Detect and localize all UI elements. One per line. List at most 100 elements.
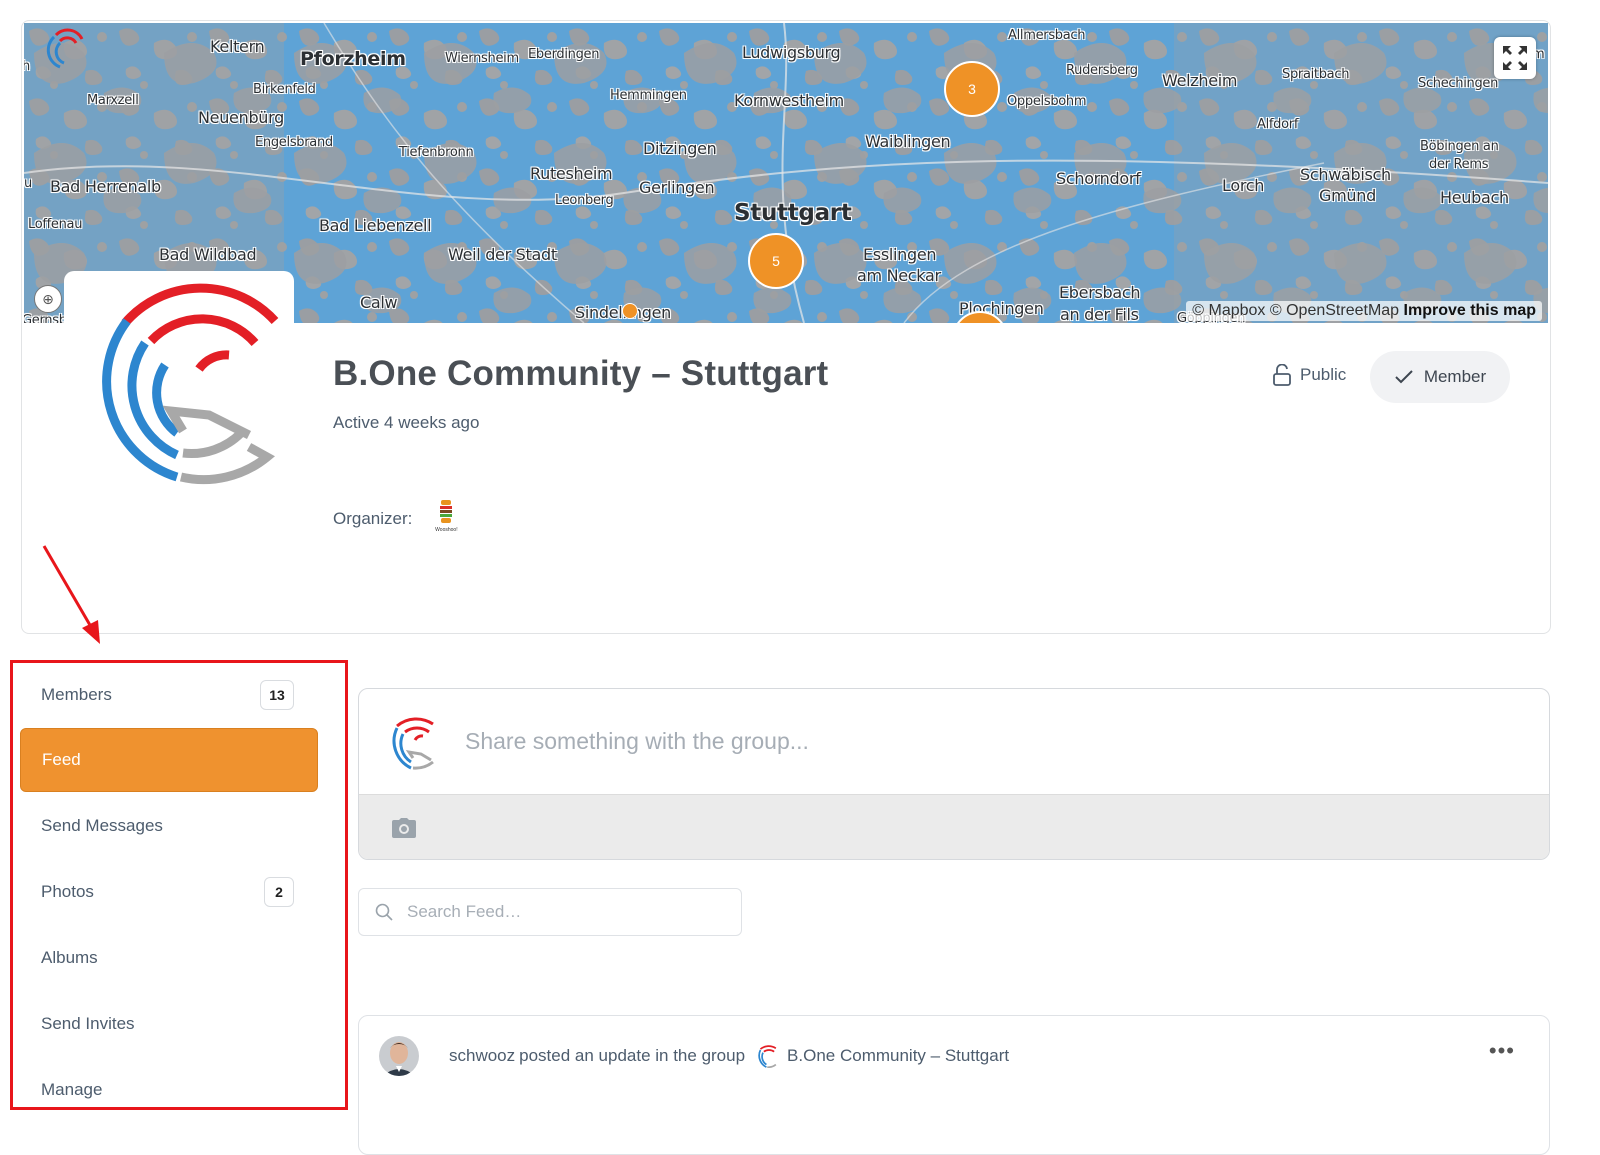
osm-link[interactable]: © OpenStreetMap xyxy=(1270,302,1399,319)
activity-action: posted an update in the group xyxy=(519,1046,746,1065)
last-active: Active 4 weeks ago xyxy=(333,413,480,432)
group-logo-icon xyxy=(392,716,434,770)
more-icon[interactable]: ••• xyxy=(1489,1038,1515,1064)
map-label: Gerlingen xyxy=(639,178,715,197)
nav-item-send-messages[interactable]: Send Messages xyxy=(20,793,318,858)
annotation-arrow-icon xyxy=(42,545,100,644)
nav-item-photos[interactable]: Photos 2 xyxy=(20,859,318,924)
photos-count-badge: 2 xyxy=(264,876,294,907)
post-composer[interactable]: Share something with the group... xyxy=(358,688,1550,860)
map-label: Rudersberg xyxy=(1066,63,1138,78)
map-cluster-marker[interactable]: 3 xyxy=(944,61,1000,117)
members-count-badge: 13 xyxy=(260,679,294,710)
map-label: u xyxy=(24,176,32,191)
lock-icon xyxy=(1273,364,1291,386)
map-label: Oppelsbohm xyxy=(1007,94,1087,109)
nav-item-label: Manage xyxy=(41,1079,103,1099)
map-label: Alfdorf xyxy=(1257,117,1299,132)
map-label: Engelsbrand xyxy=(255,135,333,150)
camera-icon[interactable] xyxy=(391,817,417,839)
map-label: Lorch xyxy=(1222,176,1265,195)
map-label: Wiernsheim xyxy=(445,51,519,66)
activity-header: schwooz posted an update in the group B.… xyxy=(379,1036,1009,1076)
improve-map-link[interactable]: Improve this map xyxy=(1404,302,1536,319)
map-label: Ditzingen xyxy=(643,139,717,158)
user-avatar-image xyxy=(379,1036,419,1076)
nav-item-send-invites[interactable]: Send Invites xyxy=(20,991,318,1056)
map-label: Schorndorf xyxy=(1056,169,1141,188)
status-label: Public xyxy=(1300,365,1347,384)
map-label: Keltern xyxy=(210,37,265,56)
nav-item-label: Members xyxy=(41,684,112,704)
nav-item-label: Feed xyxy=(42,750,81,769)
map-label: Rutesheim xyxy=(530,164,613,183)
group-logo-icon xyxy=(758,1045,777,1068)
map-label: Böbingen an xyxy=(1420,139,1499,154)
map-label: h xyxy=(24,59,30,74)
burger-icon xyxy=(440,500,453,523)
nav-item-manage[interactable]: Manage xyxy=(20,1057,318,1122)
map-label: Allmersbach xyxy=(1008,28,1086,43)
map-label: Kornwestheim xyxy=(734,91,844,110)
group-header: h Keltern Pforzheim Wiernsheim Eberdinge… xyxy=(21,20,1551,634)
group-title: B.One Community – Stuttgart xyxy=(333,354,829,393)
nav-item-label: Photos xyxy=(41,881,94,901)
map-label: Neuenbürg xyxy=(198,108,284,127)
group-status: Public xyxy=(1272,364,1346,386)
map-label: Gmünd xyxy=(1319,186,1376,205)
group-nav: Members 13 Feed Send Messages Photos 2 A… xyxy=(20,662,318,1123)
nav-item-albums[interactable]: Albums xyxy=(20,925,318,990)
nav-item-label: Send Invites xyxy=(41,1013,135,1033)
map-location-marker[interactable] xyxy=(622,303,638,319)
map-label: Bad Herrenalb xyxy=(50,177,161,196)
search-icon xyxy=(375,903,393,921)
member-button[interactable]: Member xyxy=(1370,351,1510,403)
map-attribution: © Mapbox © OpenStreetMap Improve this ma… xyxy=(1186,301,1542,321)
map-label: Waiblingen xyxy=(865,132,951,151)
map-logo-icon xyxy=(40,25,84,74)
nav-item-feed[interactable]: Feed xyxy=(20,728,318,792)
map-label: Bad Wildbad xyxy=(159,245,257,264)
map-label: Calw xyxy=(360,293,398,312)
map-label: Ludwigsburg xyxy=(742,43,841,62)
map-label: Spraitbach xyxy=(1282,67,1350,82)
composer-placeholder[interactable]: Share something with the group... xyxy=(465,728,809,755)
member-button-label: Member xyxy=(1423,367,1487,386)
activity-group-link[interactable]: B.One Community – Stuttgart xyxy=(787,1046,1009,1066)
composer-input-row[interactable]: Share something with the group... xyxy=(359,689,1549,794)
organizer: Organizer: Wooshoo! xyxy=(333,499,460,539)
map-label: Hemmingen xyxy=(610,88,687,103)
mapbox-link[interactable]: © Mapbox xyxy=(1192,302,1265,319)
map-label: an der Fils xyxy=(1060,305,1139,323)
map-label: Pforzheim xyxy=(300,48,406,70)
map-label: der Rems xyxy=(1429,157,1489,172)
fullscreen-icon xyxy=(1503,46,1527,70)
map-label: Bad Liebenzell xyxy=(319,216,432,235)
nav-item-label: Send Messages xyxy=(41,815,163,835)
activity-text: schwooz posted an update in the group B.… xyxy=(449,1044,1009,1068)
activity-user-link[interactable]: schwooz xyxy=(449,1046,515,1066)
user-avatar[interactable] xyxy=(379,1036,419,1076)
map-label: Eberdingen xyxy=(528,47,600,62)
map-label: Leonberg xyxy=(555,193,614,208)
organizer-label: Organizer: xyxy=(333,509,413,528)
compass-icon[interactable]: ⊕ xyxy=(34,285,62,313)
search-feed[interactable] xyxy=(358,888,742,936)
map-label: Weil der Stadt xyxy=(448,245,557,264)
map-label: Schwäbisch xyxy=(1300,165,1391,184)
map-label: am Neckar xyxy=(857,266,941,285)
map-label: Schechingen xyxy=(1418,76,1499,91)
fullscreen-button[interactable] xyxy=(1494,37,1536,79)
map-label: Esslingen xyxy=(863,245,937,264)
map-label: Welzheim xyxy=(1162,71,1238,90)
map-label: Loffenau xyxy=(28,217,83,232)
nav-item-members[interactable]: Members 13 xyxy=(20,662,318,727)
search-feed-input[interactable] xyxy=(407,902,707,922)
map-cluster-marker[interactable]: 5 xyxy=(748,233,804,289)
map-label: Heubach xyxy=(1440,188,1509,207)
organizer-avatar[interactable]: Wooshoo! xyxy=(432,499,460,539)
map-label: Stuttgart xyxy=(734,200,852,226)
map-label: Birkenfeld xyxy=(253,82,316,97)
composer-toolbar xyxy=(359,794,1549,859)
b-one-logo-icon xyxy=(102,283,279,485)
